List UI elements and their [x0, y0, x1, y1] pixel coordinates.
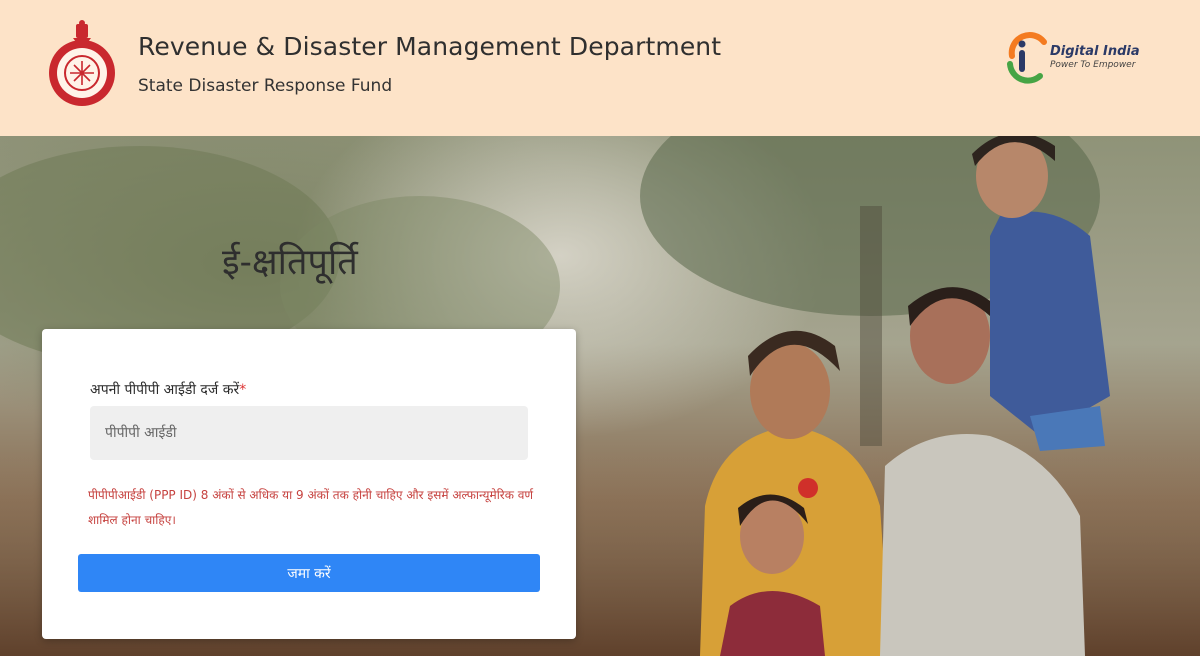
digital-india-tagline: Power To Empower: [1050, 60, 1136, 70]
ppp-id-form-card: अपनी पीपीपी आईडी दर्ज करें* पीपीपीआईडी (…: [42, 329, 576, 639]
hero-banner: ई-क्षतिपूर्ति अपनी पीपीपी आईडी दर्ज करें…: [0, 136, 1200, 656]
required-marker: *: [239, 382, 247, 398]
digital-india-title: Digital India: [1050, 44, 1140, 59]
submit-button[interactable]: जमा करें: [78, 554, 540, 592]
validation-message: पीपीपीआईडी (PPP ID) 8 अंकों से अधिक या 9…: [88, 488, 534, 527]
haryana-state-emblem-icon: [49, 20, 115, 106]
app-name-heading: ई-क्षतिपूर्ति: [222, 242, 358, 283]
page-title: Revenue & Disaster Management Department: [138, 32, 722, 61]
ppp-id-label: अपनी पीपीपी आईडी दर्ज करें*: [90, 380, 246, 399]
ppp-id-input[interactable]: [90, 406, 528, 460]
page-subtitle: State Disaster Response Fund: [138, 76, 393, 96]
site-header: Revenue & Disaster Management Department…: [0, 0, 1200, 136]
ppp-id-label-text: अपनी पीपीपी आईडी दर्ज करें: [90, 382, 240, 398]
